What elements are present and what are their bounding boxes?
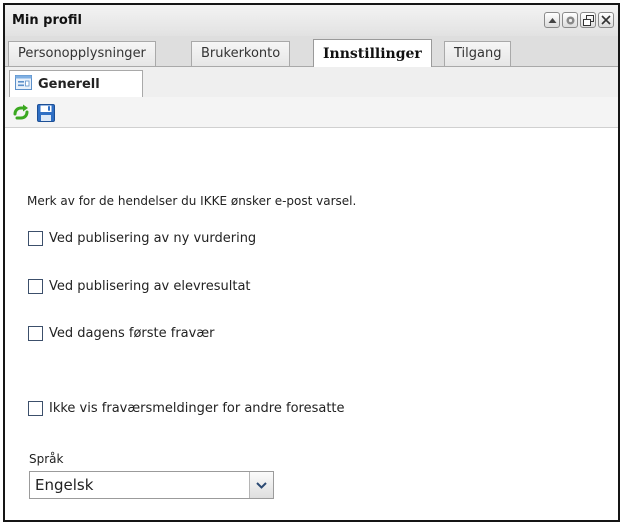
option-elevresultat[interactable]: Ved publisering av elevresultat bbox=[28, 279, 251, 294]
checkbox[interactable] bbox=[28, 326, 43, 341]
option-forste-fravaer[interactable]: Ved dagens første fravær bbox=[28, 326, 214, 341]
chevron-down-icon[interactable] bbox=[249, 472, 273, 498]
language-value: Engelsk bbox=[35, 476, 94, 494]
checkbox[interactable] bbox=[28, 279, 43, 294]
settings-form: Merk av for de hendelser du IKKE ønsker … bbox=[5, 5, 618, 520]
option-label: Ved dagens første fravær bbox=[49, 326, 215, 341]
checkbox[interactable] bbox=[28, 231, 43, 246]
checkbox[interactable] bbox=[28, 401, 43, 416]
option-label: Ved publisering av elevresultat bbox=[49, 279, 251, 294]
option-skjul-fravaersmeldinger[interactable]: Ikke vis fraværsmeldinger for andre fore… bbox=[28, 401, 345, 416]
profile-window: Min profil Personopplysninger Brukerkont… bbox=[3, 3, 620, 522]
option-label: Ikke vis fraværsmeldinger for andre fore… bbox=[49, 401, 345, 416]
language-label: Språk bbox=[29, 452, 64, 466]
option-ny-vurdering[interactable]: Ved publisering av ny vurdering bbox=[28, 231, 256, 246]
language-select[interactable]: Engelsk bbox=[29, 471, 274, 499]
intro-text: Merk av for de hendelser du IKKE ønsker … bbox=[27, 194, 357, 208]
option-label: Ved publisering av ny vurdering bbox=[49, 231, 257, 246]
